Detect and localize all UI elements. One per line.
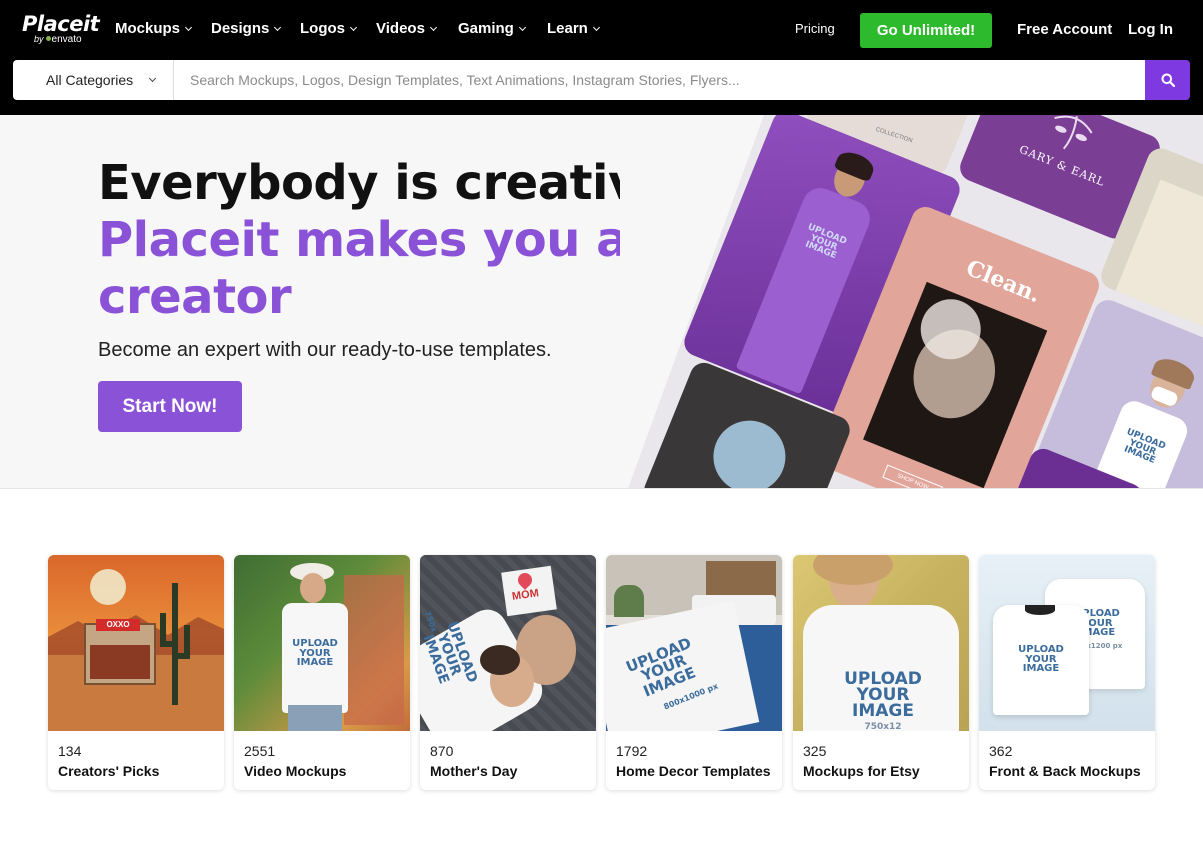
category-thumbnail: OXXO (48, 555, 224, 731)
category-card-video-mockups[interactable]: UPLOAD YOUR IMAGE 2551 Video Mockups (234, 555, 410, 790)
category-thumbnail: UPLOAD YOUR IMAGE 800x1000 px (606, 555, 782, 731)
search-input[interactable] (174, 60, 1145, 100)
category-count: 134 (58, 743, 82, 759)
pricing-link[interactable]: Pricing (795, 21, 835, 36)
hero-title-line1: Everybody is creative, (98, 155, 689, 211)
logo-wordmark: Placeit (22, 12, 100, 36)
hero-subtitle: Become an expert with our ready-to-use t… (98, 339, 552, 361)
category-count: 1792 (616, 743, 648, 759)
nav-learn-label: Learn (547, 20, 588, 37)
nav-logos[interactable]: Logos (300, 20, 358, 37)
category-name: Creators' Picks (58, 763, 160, 779)
hero-collage-image: COLLECTION UPLOAD YOUR IMAGE GARY & EARL (620, 115, 1203, 488)
etsy-size-text: 750x12 (864, 722, 902, 731)
category-name: Home Decor Templates (616, 763, 771, 779)
chevron-down-icon (518, 23, 526, 31)
logo-byline: by envato (34, 34, 82, 45)
etsy-upload-text: UPLOAD YOUR IMAGE (844, 669, 922, 722)
log-in-link[interactable]: Log In (1128, 21, 1173, 38)
category-name: Mother's Day (430, 763, 518, 779)
nav-videos[interactable]: Videos (376, 20, 437, 37)
envato-leaf-icon (45, 36, 51, 41)
top-navigation-bar: Placeit by envato Mockups Designs Logos V… (0, 0, 1203, 60)
chevron-down-icon (592, 23, 600, 31)
hero-banner: Everybody is creative, Placeit makes you… (0, 115, 1203, 489)
video-upload-text: UPLOAD YOUR IMAGE (292, 638, 338, 668)
category-card-mothers-day[interactable]: MOM UPLOAD YOUR IMAGE 750x 870 Mother's … (420, 555, 596, 790)
category-count: 362 (989, 743, 1013, 759)
chevron-down-icon (184, 23, 193, 31)
category-card-creators-picks[interactable]: OXXO 134 Creators' Picks (48, 555, 224, 790)
category-thumbnail: UPLOAD YOUR IMAGE (234, 555, 410, 731)
collage-clean-text: Clean. (962, 254, 1045, 309)
collage-collection-text: COLLECTION (874, 126, 914, 145)
search-button[interactable] (1145, 60, 1190, 100)
chevron-down-icon (349, 23, 358, 31)
category-count: 870 (430, 743, 454, 759)
category-select[interactable]: All Categories (13, 60, 174, 100)
nav-gaming-label: Gaming (458, 20, 514, 37)
search-bar-row: All Categories (0, 60, 1203, 115)
search-icon (1161, 73, 1175, 87)
category-count: 325 (803, 743, 827, 759)
nav-designs-label: Designs (211, 20, 270, 37)
nav-mockups-label: Mockups (115, 20, 181, 37)
category-name: Mockups for Etsy (803, 763, 920, 779)
front-back-upload-text-front: UPLOAD YOUR IMAGE (1018, 644, 1064, 674)
category-thumbnail: MOM UPLOAD YOUR IMAGE 750x (420, 555, 596, 731)
category-card-etsy-mockups[interactable]: UPLOAD YOUR IMAGE 750x12 325 Mockups for… (793, 555, 969, 790)
category-thumbnail: UPLOAD YOUR IMAGE 750x1200 px UPLOAD YOU… (979, 555, 1155, 731)
category-name: Front & Back Mockups (989, 763, 1141, 779)
hero-title-line2: Placeit makes you a creator (98, 212, 629, 325)
chevron-down-icon (274, 23, 282, 31)
category-select-value: All Categories (46, 72, 134, 88)
start-now-button[interactable]: Start Now! (98, 381, 242, 432)
category-thumbnail: UPLOAD YOUR IMAGE 750x12 (793, 555, 969, 731)
category-card-home-decor[interactable]: UPLOAD YOUR IMAGE 800x1000 px 1792 Home … (606, 555, 782, 790)
nav-mockups[interactable]: Mockups (115, 20, 193, 37)
placeit-logo[interactable]: Placeit by envato (22, 12, 100, 45)
logo-by: by (34, 34, 44, 44)
creators-store-sign: OXXO (96, 619, 140, 631)
logo-brand: envato (51, 34, 82, 45)
nav-learn[interactable]: Learn (547, 20, 600, 37)
go-unlimited-button[interactable]: Go Unlimited! (860, 13, 992, 48)
category-card-front-back-mockups[interactable]: UPLOAD YOUR IMAGE 750x1200 px UPLOAD YOU… (979, 555, 1155, 790)
chevron-down-icon (429, 23, 437, 31)
nav-designs[interactable]: Designs (211, 20, 282, 37)
nav-gaming[interactable]: Gaming (458, 20, 526, 37)
nav-videos-label: Videos (376, 20, 425, 37)
free-account-link[interactable]: Free Account (1017, 21, 1112, 38)
nav-logos-label: Logos (300, 20, 345, 37)
chevron-down-icon (149, 74, 157, 83)
category-count: 2551 (244, 743, 276, 759)
category-name: Video Mockups (244, 763, 347, 779)
